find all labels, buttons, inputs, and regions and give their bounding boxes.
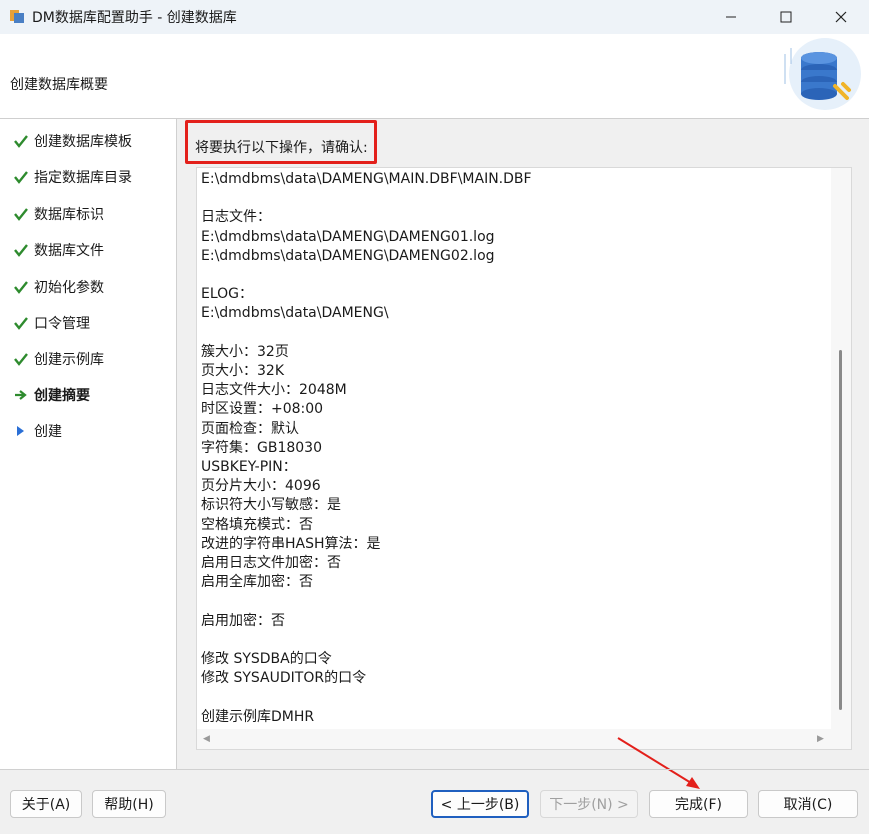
summary-line <box>201 688 831 707</box>
step-create-summary: 创建摘要 <box>14 383 90 407</box>
checkmark-icon <box>14 171 28 184</box>
summary-line: 页分片大小：4096 <box>201 478 321 495</box>
summary-line: 簇大小：32页 <box>201 343 289 360</box>
checkmark-icon <box>14 135 28 148</box>
maximize-button[interactable] <box>760 0 812 34</box>
checkmark-icon <box>14 244 28 257</box>
summary-line: 启用全库加密：否 <box>201 574 313 591</box>
step-init-params: 初始化参数 <box>14 275 104 299</box>
minimize-button[interactable] <box>705 0 757 34</box>
step-database-files: 数据库文件 <box>14 238 104 262</box>
summary-line: 日志文件： <box>201 209 271 226</box>
summary-line: 启用加密：否 <box>201 612 285 629</box>
summary-line: 修改 SYSDBA的口令 <box>201 651 332 668</box>
help-button[interactable]: 帮助(H) <box>92 790 166 818</box>
close-icon <box>835 11 847 23</box>
summary-line <box>201 266 831 285</box>
step-password-management: 口令管理 <box>14 311 90 335</box>
checkmark-icon <box>14 281 28 294</box>
highlight-box <box>185 120 377 164</box>
summary-line: ELOG： <box>201 286 254 303</box>
back-button[interactable]: < 上一步(B) <box>431 790 529 818</box>
wizard-header: 创建数据库概要 <box>0 34 869 119</box>
checkmark-icon <box>14 208 28 221</box>
minimize-icon <box>726 16 736 18</box>
step-label: 口令管理 <box>34 316 90 332</box>
summary-line: USBKEY-PIN： <box>201 459 297 476</box>
pending-step-triangle-icon <box>17 426 24 436</box>
summary-line: 标识符大小写敏感：是 <box>201 497 341 514</box>
step-label: 创建摘要 <box>34 388 90 404</box>
current-step-arrow-icon <box>15 390 27 400</box>
step-label: 创建 <box>34 424 62 440</box>
annotation-arrow-icon <box>617 737 700 789</box>
title-bar: DM数据库配置助手 - 创建数据库 <box>0 0 869 34</box>
summary-line: E:\dmdbms\data\DAMENG\MAIN.DBF\MAIN.DBF <box>201 171 532 187</box>
step-label: 创建数据库模板 <box>34 134 132 150</box>
summary-line: 空格填充模式：否 <box>201 516 313 533</box>
checkmark-icon <box>14 317 28 330</box>
step-create-sample-db: 创建示例库 <box>14 347 104 371</box>
summary-line: 改进的字符串HASH算法：是 <box>201 535 381 552</box>
summary-textbox[interactable]: E:\dmdbms\data\DAMENG\MAIN.DBF\MAIN.DBF … <box>196 167 852 750</box>
summary-line: E:\dmdbms\data\DAMENG\ <box>201 305 389 322</box>
finish-button[interactable]: 完成(F) <box>649 790 748 818</box>
summary-line: 启用日志文件加密：否 <box>201 555 341 572</box>
summary-line: 页大小：32K <box>201 363 284 380</box>
summary-line <box>201 631 831 650</box>
horizontal-scrollbar[interactable]: ◀ ▶ <box>197 729 851 749</box>
summary-line: 修改 SYSAUDITOR的口令 <box>201 670 367 687</box>
step-database-identity: 数据库标识 <box>14 202 104 226</box>
step-specify-directory: 指定数据库目录 <box>14 165 132 189</box>
summary-line: 创建示例库DMHR <box>201 708 315 725</box>
page-title: 创建数据库概要 <box>10 77 108 93</box>
summary-line: 时区设置：+08:00 <box>201 401 324 418</box>
step-label: 数据库标识 <box>34 207 104 223</box>
vertical-scrollbar[interactable] <box>831 168 851 731</box>
step-label: 指定数据库目录 <box>34 170 132 186</box>
summary-line: 字符集：GB18030 <box>201 439 322 456</box>
summary-line: 页面检查：默认 <box>201 420 299 437</box>
scroll-left-arrow-icon[interactable]: ◀ <box>203 734 210 744</box>
close-button[interactable] <box>815 0 867 34</box>
about-button[interactable]: 关于(A) <box>10 790 82 818</box>
step-create: 创建 <box>14 419 62 443</box>
maximize-icon <box>780 11 792 23</box>
step-label: 创建示例库 <box>34 352 104 368</box>
summary-line <box>201 592 831 611</box>
step-label: 初始化参数 <box>34 280 104 296</box>
step-label: 数据库文件 <box>34 243 104 259</box>
wizard-steps-sidebar: 创建数据库模板 指定数据库目录 数据库标识 数据库文件 初始化参数 口令管理 创… <box>0 119 177 769</box>
summary-line: E:\dmdbms\data\DAMENG\DAMENG02.log <box>201 247 495 264</box>
checkmark-icon <box>14 353 28 366</box>
window-title: DM数据库配置助手 - 创建数据库 <box>32 10 237 26</box>
step-create-template: 创建数据库模板 <box>14 129 132 153</box>
vertical-scroll-thumb[interactable] <box>839 350 842 710</box>
scroll-right-arrow-icon[interactable]: ▶ <box>817 734 824 744</box>
database-config-logo-icon <box>784 38 861 110</box>
cancel-button[interactable]: 取消(C) <box>758 790 858 818</box>
footer-divider <box>0 769 869 770</box>
summary-line <box>201 189 831 208</box>
summary-line: E:\dmdbms\data\DAMENG\DAMENG01.log <box>201 228 495 245</box>
next-button[interactable]: 下一步(N) > <box>540 790 638 818</box>
summary-line <box>201 324 831 343</box>
summary-text: E:\dmdbms\data\DAMENG\MAIN.DBF\MAIN.DBF … <box>201 170 831 727</box>
summary-line: 日志文件大小：2048M <box>201 382 347 399</box>
app-icon <box>10 10 24 23</box>
